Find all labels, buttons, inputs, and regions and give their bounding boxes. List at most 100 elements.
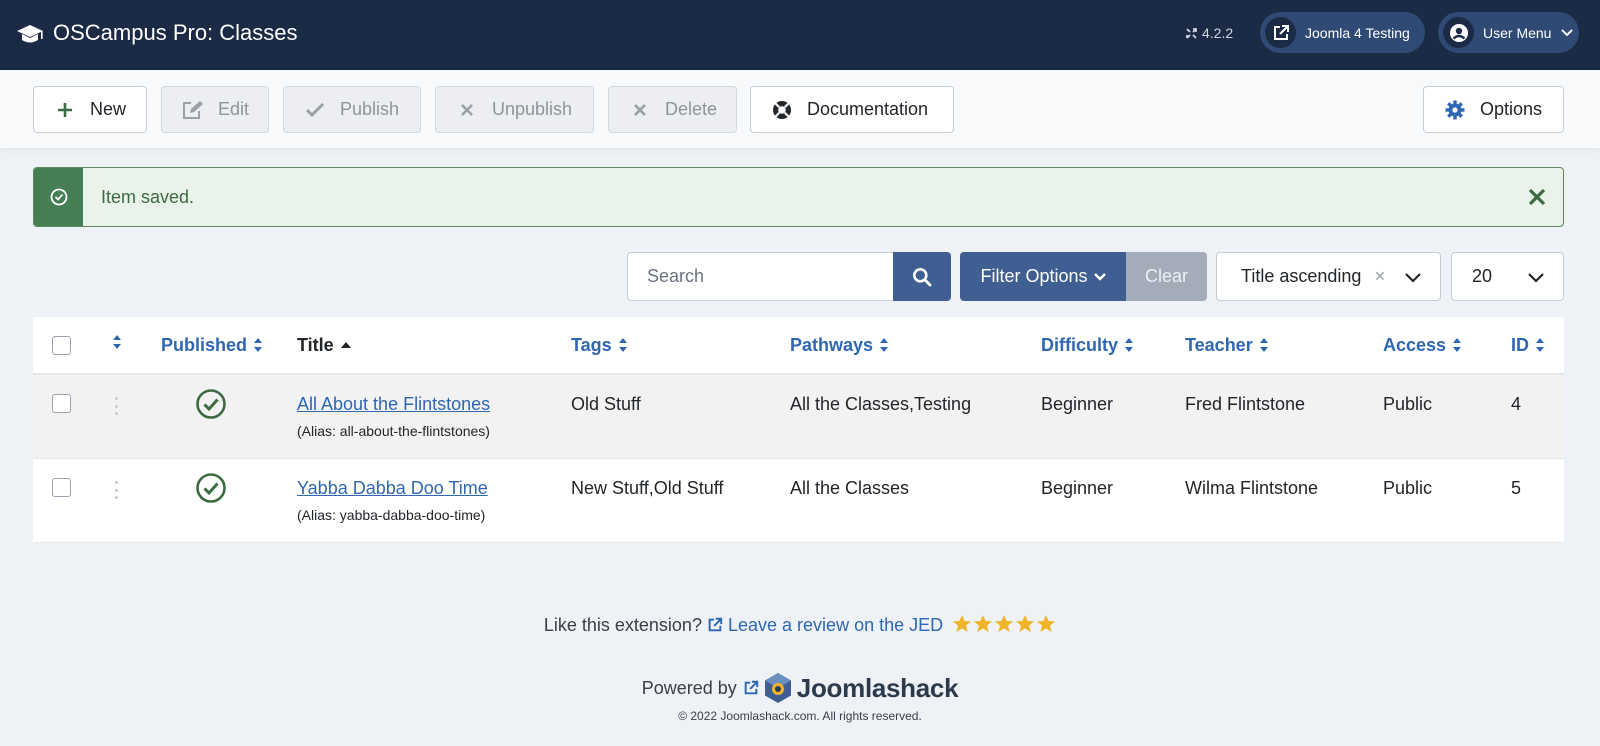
documentation-button[interactable]: Documentation	[750, 86, 954, 133]
star-icon	[1016, 615, 1035, 632]
options-label: Options	[1480, 99, 1543, 119]
powered-by: Powered by Joomlashack	[0, 672, 1600, 704]
access-cell: Public	[1383, 478, 1433, 498]
ordering-sort-header[interactable]	[112, 334, 122, 350]
edit-icon	[182, 99, 204, 121]
star-rating	[952, 614, 1056, 634]
delete-button[interactable]: Delete	[608, 86, 737, 133]
sort-icon	[1453, 338, 1462, 352]
select-all-checkbox[interactable]	[52, 336, 71, 355]
chevron-down-icon	[1528, 273, 1544, 283]
id-sort-header[interactable]: ID	[1511, 334, 1545, 356]
life-ring-icon	[771, 99, 793, 121]
jed-review-link[interactable]: Leave a review on the JED	[707, 615, 948, 635]
user-menu-button[interactable]: User Menu	[1438, 12, 1579, 53]
version-label: 4.2.2	[1202, 25, 1234, 41]
table-row: All About the Flintstones (Alias: all-ab…	[33, 375, 1564, 459]
joomlashack-link[interactable]: Joomlashack	[743, 672, 959, 704]
teacher-sort-header[interactable]: Teacher	[1185, 334, 1269, 356]
pathways-sort-header[interactable]: Pathways	[790, 334, 889, 356]
sort-icon	[1125, 338, 1134, 352]
difficulty-header-label: Difficulty	[1041, 335, 1119, 355]
joomla-icon	[1186, 27, 1197, 39]
publish-label: Publish	[340, 99, 400, 119]
sort-select[interactable]: Title ascending ✕	[1216, 252, 1441, 301]
star-icon	[1037, 615, 1056, 632]
id-cell: 5	[1511, 478, 1522, 498]
search-button[interactable]	[893, 252, 951, 301]
edit-label: Edit	[218, 99, 250, 119]
sort-value: Title ascending	[1241, 266, 1362, 286]
search-input[interactable]	[627, 252, 894, 301]
chevron-down-icon	[1561, 28, 1574, 36]
sort-icon	[880, 338, 889, 352]
limit-value: 20	[1472, 266, 1493, 286]
pathways-cell: All the Classes,Testing	[790, 394, 972, 414]
list-limit-select[interactable]: 20	[1451, 252, 1564, 301]
tags-cell: Old Stuff	[571, 394, 641, 414]
joomlashack-brand: Joomlashack	[796, 672, 959, 703]
filter-options-label: Filter Options	[980, 266, 1088, 286]
check-circle-icon	[50, 188, 67, 206]
published-check-icon[interactable]	[195, 388, 227, 420]
joomla-version: 4.2.2	[1185, 23, 1233, 43]
sort-asc-icon	[340, 342, 351, 348]
times-icon	[456, 99, 478, 121]
external-link-icon	[1265, 17, 1296, 48]
unpublish-label: Unpublish	[492, 99, 573, 119]
edit-button[interactable]: Edit	[161, 86, 269, 133]
site-link-button[interactable]: Joomla 4 Testing	[1260, 12, 1425, 53]
external-link-icon	[744, 680, 758, 695]
star-icon	[953, 615, 972, 632]
classes-table: Published Title Tags Pathways Difficulty…	[33, 317, 1564, 543]
tags-sort-header[interactable]: Tags	[571, 334, 628, 356]
publish-button[interactable]: Publish	[283, 86, 421, 133]
review-prompt: Like this extension? Leave a review on t…	[0, 613, 1600, 637]
filter-options-button[interactable]: Filter Options	[960, 252, 1126, 301]
published-sort-header[interactable]: Published	[161, 334, 263, 356]
joomlashack-logo-icon	[764, 673, 791, 703]
difficulty-sort-header[interactable]: Difficulty	[1041, 334, 1134, 356]
powered-by-text: Powered by	[641, 677, 737, 698]
unpublish-button[interactable]: Unpublish	[435, 86, 594, 133]
title-sort-header[interactable]: Title	[297, 334, 352, 356]
id-cell: 4	[1511, 394, 1522, 414]
class-alias: (Alias: yabba-dabba-doo-time)	[297, 507, 486, 523]
jed-review-label: Leave a review on the JED	[728, 615, 944, 635]
sort-icon	[1259, 338, 1268, 352]
class-title-link[interactable]: All About the Flintstones	[297, 394, 490, 414]
delete-label: Delete	[665, 99, 718, 119]
clear-button[interactable]: Clear	[1126, 252, 1207, 301]
table-row: Yabba Dabba Doo Time (Alias: yabba-dabba…	[33, 459, 1564, 543]
tags-header-label: Tags	[571, 335, 612, 355]
row-checkbox[interactable]	[52, 478, 71, 497]
access-sort-header[interactable]: Access	[1383, 334, 1462, 356]
chevron-down-icon	[1405, 273, 1421, 283]
sort-icon	[254, 338, 263, 352]
class-alias: (Alias: all-about-the-flintstones)	[297, 423, 490, 439]
plus-icon	[54, 99, 76, 121]
page-title: OSCampus Pro: Classes	[53, 20, 298, 45]
search-icon	[913, 267, 932, 286]
teacher-header-label: Teacher	[1185, 335, 1253, 355]
clear-sort-icon[interactable]: ✕	[1374, 268, 1386, 285]
options-button[interactable]: Options	[1423, 86, 1564, 133]
star-icon	[974, 615, 993, 632]
user-icon	[1443, 17, 1474, 48]
access-header-label: Access	[1383, 335, 1447, 355]
drag-handle-icon[interactable]	[113, 397, 119, 415]
access-cell: Public	[1383, 394, 1433, 414]
drag-handle-icon[interactable]	[113, 481, 119, 499]
graduation-cap-icon	[17, 25, 43, 43]
new-label: New	[90, 99, 127, 119]
sort-icon	[113, 335, 121, 349]
row-checkbox[interactable]	[52, 394, 71, 413]
teacher-cell: Fred Flintstone	[1185, 394, 1306, 414]
published-check-icon[interactable]	[195, 472, 227, 504]
new-button[interactable]: New	[33, 86, 147, 133]
alert-close-button[interactable]	[1525, 182, 1549, 210]
difficulty-cell: Beginner	[1041, 478, 1114, 498]
class-title-link[interactable]: Yabba Dabba Doo Time	[297, 478, 488, 498]
sort-icon	[618, 338, 627, 352]
documentation-label: Documentation	[807, 99, 929, 119]
